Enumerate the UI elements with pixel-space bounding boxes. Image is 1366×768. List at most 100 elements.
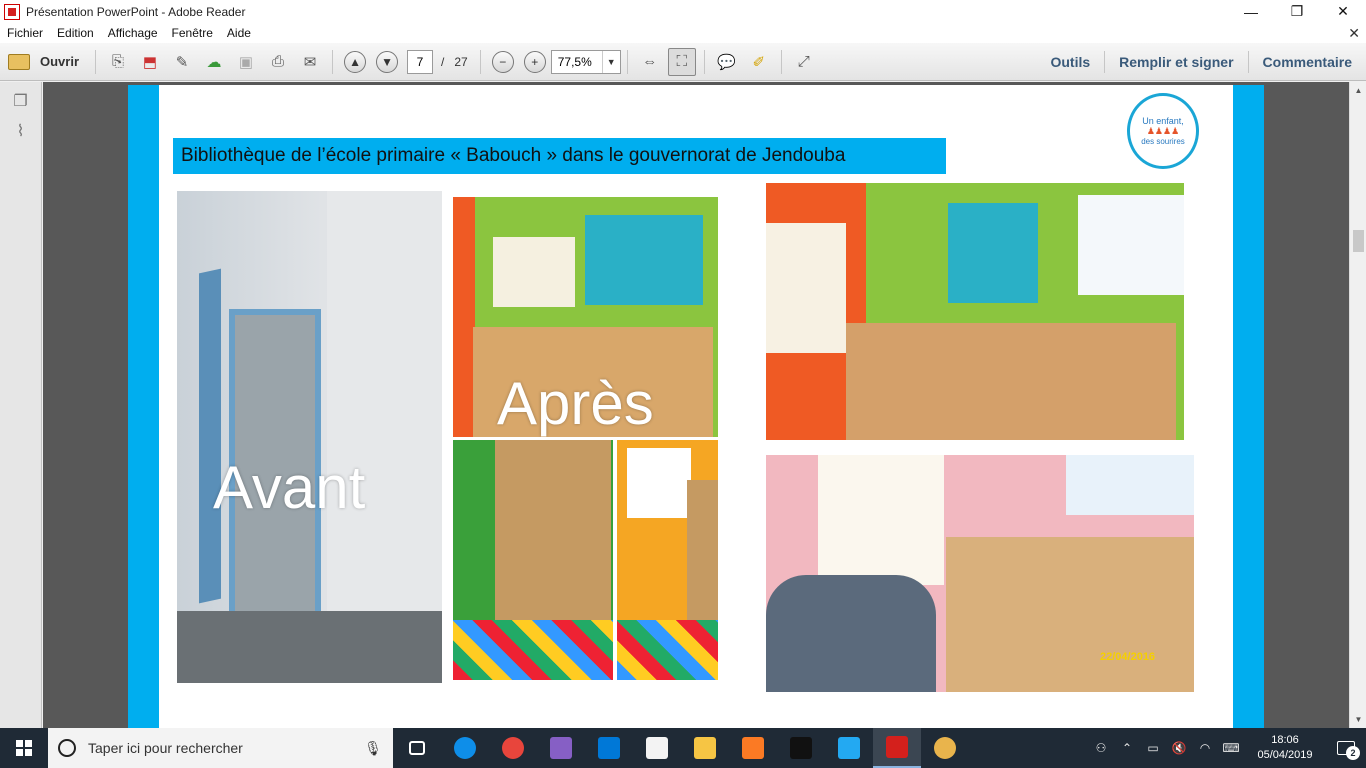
zoom-in-button[interactable]: +	[521, 48, 549, 76]
logo-line-1: Un enfant,	[1142, 116, 1184, 126]
open-label: Ouvrir	[40, 54, 80, 69]
vertical-scrollbar[interactable]: ▲ ▼	[1349, 82, 1366, 728]
taskbar-app-button[interactable]	[489, 728, 537, 768]
print-button[interactable]: ⎙	[264, 48, 292, 76]
previous-page-button[interactable]: ▲	[341, 48, 369, 76]
scroll-thumb[interactable]	[1353, 230, 1364, 252]
notification-count: 2	[1346, 746, 1360, 760]
fit-width-icon: ⇔	[642, 53, 658, 70]
folder-icon	[8, 53, 30, 70]
attachment-icon[interactable]: ⌇	[10, 120, 32, 142]
speech-bubble-icon: 💬	[717, 53, 737, 71]
export-pdf-icon: ⬒	[142, 53, 158, 71]
toolbar-separator	[703, 49, 705, 74]
next-page-button[interactable]: ▼	[373, 48, 401, 76]
file-explorer-icon	[694, 737, 716, 759]
battery-icon[interactable]: ▭	[1142, 741, 1164, 755]
terminal-icon	[790, 737, 812, 759]
page-count: 27	[454, 54, 468, 69]
photo-after-bottom-right	[617, 440, 718, 680]
save-icon: ▣	[238, 53, 254, 71]
minimize-button[interactable]: —	[1228, 0, 1274, 23]
keyboard-icon[interactable]: ⌨	[1220, 741, 1242, 755]
restore-button[interactable]: ❐	[1274, 0, 1320, 23]
photo-date-stamp: 22/04/2016	[1100, 651, 1156, 663]
navigation-panel: ❐ ⌇	[0, 82, 42, 728]
page-total: / 27	[441, 55, 468, 69]
adobe-reader-icon	[4, 3, 20, 20]
export-pdf-button[interactable]: ⬒	[136, 48, 164, 76]
slide-page: Bibliothèque de l’école primaire « Babou…	[128, 85, 1264, 728]
windows-logo-icon	[16, 740, 32, 756]
photo-bookshelf	[687, 480, 718, 620]
taskbar-app-button[interactable]	[585, 728, 633, 768]
scroll-down-icon[interactable]: ▼	[1350, 711, 1366, 728]
photo-puzzle-mat	[617, 620, 718, 680]
zoom-out-button[interactable]: −	[489, 48, 517, 76]
menu-fenetre[interactable]: Fenêtre	[165, 26, 220, 40]
email-button[interactable]: ✉	[296, 48, 324, 76]
system-tray: ⚇ ⌃ ▭ 🔇 ◠ ⌨ 18:06 05/04/2019 2	[1088, 728, 1366, 768]
fill-sign-link[interactable]: Remplir et signer	[1104, 51, 1247, 73]
clock[interactable]: 18:06 05/04/2019	[1250, 733, 1320, 763]
pages-icon[interactable]: ❐	[10, 90, 32, 112]
teamviewer-icon	[454, 737, 476, 759]
document-viewport[interactable]: Bibliothèque de l’école primaire « Babou…	[43, 82, 1349, 728]
close-document-icon[interactable]: ✕	[1348, 25, 1360, 42]
volume-icon[interactable]: 🔇	[1168, 741, 1190, 755]
close-button[interactable]: ✕	[1320, 0, 1366, 23]
minus-icon: −	[491, 50, 514, 73]
highlight-button[interactable]: ✐	[745, 48, 773, 76]
menu-affichage[interactable]: Affichage	[101, 26, 165, 40]
open-button[interactable]: Ouvrir	[8, 53, 80, 70]
taskbar-app-button[interactable]	[729, 728, 777, 768]
save-button[interactable]: ▣	[232, 48, 260, 76]
toolbar-separator	[479, 49, 481, 74]
photo-poster	[1078, 195, 1184, 295]
zoom-select[interactable]: 77,5% ▼	[550, 49, 621, 74]
fit-page-button[interactable]: ⛶	[667, 47, 696, 76]
fit-page-icon: ⛶	[676, 53, 687, 70]
title-bar: Présentation PowerPoint - Adobe Reader —…	[0, 0, 1366, 23]
taskbar-app-button[interactable]	[393, 728, 441, 768]
notification-center-button[interactable]: 2	[1326, 728, 1366, 768]
scroll-up-icon[interactable]: ▲	[1350, 82, 1366, 99]
menu-edition[interactable]: Edition	[50, 26, 101, 40]
slide-content: Bibliothèque de l’école primaire « Babou…	[159, 85, 1233, 728]
fullscreen-button[interactable]: ⤢	[790, 48, 818, 76]
menu-aide[interactable]: Aide	[220, 26, 258, 40]
taskbar-search[interactable]: Taper ici pour rechercher 🎙	[48, 728, 393, 768]
comment-link[interactable]: Commentaire	[1247, 51, 1366, 73]
comment-button[interactable]: 💬	[713, 48, 741, 76]
people-icon[interactable]: ⚇	[1090, 741, 1112, 755]
start-button[interactable]	[0, 728, 48, 768]
photo-library-shelves: 22/04/2016	[766, 455, 1194, 692]
taskbar-app-button[interactable]	[921, 728, 969, 768]
photo-poster	[493, 237, 575, 307]
taskbar-app-button[interactable]	[441, 728, 489, 768]
chevron-down-icon[interactable]: ▼	[601, 50, 620, 73]
tools-link[interactable]: Outils	[1036, 51, 1104, 73]
microphone-icon[interactable]: 🎙	[363, 740, 383, 757]
edit-pdf-button[interactable]: ✎	[168, 48, 196, 76]
taskbar-app-button[interactable]	[777, 728, 825, 768]
upload-button[interactable]: ☁	[200, 48, 228, 76]
wifi-icon[interactable]: ◠	[1194, 741, 1216, 755]
photo-bookshelf	[495, 440, 611, 620]
photo-poster	[627, 448, 691, 518]
taskbar-app-button[interactable]	[873, 728, 921, 768]
taskbar-app-button[interactable]	[537, 728, 585, 768]
taskbar-app-button[interactable]	[681, 728, 729, 768]
taskbar-app-button[interactable]	[633, 728, 681, 768]
show-hidden-icons-icon[interactable]: ⌃	[1116, 741, 1138, 755]
slide-title: Bibliothèque de l’école primaire « Babou…	[173, 138, 946, 174]
page-number-input[interactable]: 7	[407, 49, 434, 74]
create-pdf-button[interactable]: ⎘	[104, 48, 132, 76]
photo-after-label: Après	[497, 370, 654, 437]
menu-fichier[interactable]: Fichier	[0, 26, 50, 40]
photo-bookshelf	[946, 537, 1194, 692]
photo-door	[199, 268, 221, 604]
fit-width-button[interactable]: ⇔	[636, 48, 664, 76]
taskbar-app-button[interactable]	[825, 728, 873, 768]
organization-logo: Un enfant, ♟♟♟♟ des sourires	[1127, 93, 1199, 169]
